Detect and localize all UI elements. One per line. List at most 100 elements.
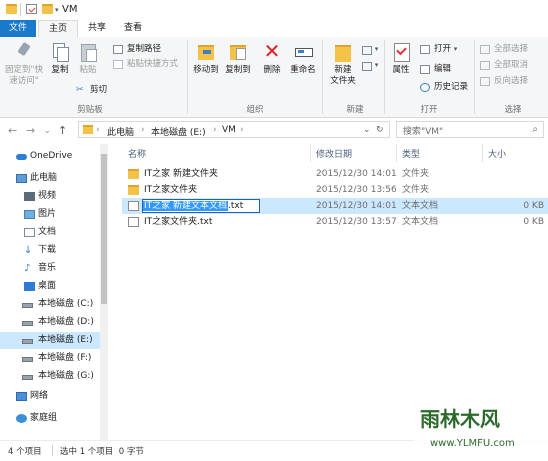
nav-item-drive-e[interactable]: 本地磁盘 (E:)	[0, 332, 100, 349]
column-header-type[interactable]: 类型	[402, 147, 420, 160]
nav-scroll-thumb[interactable]	[101, 154, 107, 304]
nav-item-this-pc[interactable]: 此电脑	[0, 170, 100, 187]
copy-path-button[interactable]: 复制路径	[113, 43, 161, 56]
properties-button[interactable]: 属性	[388, 41, 414, 76]
invert-selection-button[interactable]: 反向选择	[480, 75, 528, 88]
nav-item-pictures[interactable]: 图片	[0, 206, 100, 223]
select-all-button[interactable]: 全部选择	[480, 43, 528, 56]
new-item-icon	[362, 46, 372, 55]
file-date: 2015/12/30 14:01	[316, 201, 397, 211]
column-header-name[interactable]: 名称	[128, 147, 146, 160]
back-arrow-icon[interactable]: ←	[8, 124, 17, 137]
history-button[interactable]: 历史记录	[420, 81, 468, 94]
column-separator[interactable]	[396, 144, 397, 162]
nav-item-downloads[interactable]: ↓ 下载	[0, 242, 100, 259]
column-separator[interactable]	[310, 144, 311, 162]
refresh-icon[interactable]: ↻	[376, 125, 384, 135]
nav-label: OneDrive	[30, 151, 73, 161]
select-none-button[interactable]: 全部取消	[480, 59, 528, 72]
breadcrumb-this-pc[interactable]: 此电脑	[107, 125, 134, 138]
move-to-button[interactable]: 移动到	[190, 41, 222, 76]
text-document-icon	[128, 217, 139, 227]
tab-view[interactable]: 查看	[118, 20, 148, 37]
column-separator[interactable]	[482, 144, 483, 162]
watermark-url: www.YLMFU.com	[430, 438, 515, 449]
nav-item-music[interactable]: ♪ 音乐	[0, 260, 100, 277]
breadcrumb-vm[interactable]: VM	[222, 125, 236, 135]
properties-quick-icon[interactable]	[26, 4, 37, 14]
nav-item-desktop[interactable]: 桌面	[0, 278, 100, 295]
file-row-selected[interactable]: IT之家 新建文本文档.txt 2015/12/30 14:01 文本文档 0 …	[122, 198, 548, 214]
picture-icon	[24, 210, 35, 219]
nav-label: 家庭组	[30, 413, 58, 423]
select-none-label: 全部取消	[494, 60, 529, 70]
dropdown-arrow-icon: ▾	[374, 61, 379, 69]
up-arrow-icon[interactable]: ↑	[58, 124, 67, 137]
nav-item-drive-g[interactable]: 本地磁盘 (G:)	[0, 368, 100, 385]
tab-share[interactable]: 共享	[82, 20, 112, 37]
new-folder-button[interactable]: 新建 文件夹	[326, 41, 360, 87]
new-folder-quick-icon[interactable]	[42, 4, 53, 14]
copy-label: 复制	[51, 65, 69, 75]
open-icon	[420, 45, 430, 54]
drive-icon	[22, 375, 33, 380]
rename-button[interactable]: 重命名	[288, 41, 318, 76]
paste-shortcut-icon	[113, 60, 123, 69]
file-row[interactable]: IT之家文件夹 2015/12/30 13:56 文件夹	[122, 182, 548, 198]
rename-input[interactable]: IT之家 新建文本文档.txt	[142, 199, 260, 213]
breadcrumb-drive-e[interactable]: 本地磁盘 (E:)	[151, 125, 206, 138]
easy-access-button[interactable]: ▾	[362, 59, 378, 72]
tab-file[interactable]: 文件	[0, 20, 36, 37]
folder-icon	[6, 4, 17, 14]
breadcrumb-separator-icon: ›	[240, 125, 244, 135]
rename-selected-text: IT之家 新建文本文档	[143, 201, 229, 211]
forward-arrow-icon[interactable]: →	[26, 124, 35, 137]
nav-item-documents[interactable]: 文档	[0, 224, 100, 241]
search-placeholder: 搜索"VM"	[403, 127, 444, 137]
search-input[interactable]: 搜索"VM" ⌕	[396, 121, 544, 138]
new-item-button[interactable]: ▾	[362, 43, 378, 56]
easy-access-icon	[362, 62, 372, 71]
nav-item-homegroup[interactable]: 家庭组	[0, 410, 100, 427]
address-bar[interactable]: › 此电脑 › 本地磁盘 (E:) › VM › ⌄ ↻	[78, 121, 390, 138]
video-icon	[24, 192, 35, 201]
address-dropdown-icon[interactable]: ⌄	[363, 125, 371, 135]
drive-icon	[22, 357, 33, 362]
pin-label: 固定到"快 速访问"	[5, 65, 43, 86]
column-header-size[interactable]: 大小	[488, 147, 506, 160]
copy-button[interactable]: 复制	[48, 41, 72, 76]
text-document-icon	[128, 201, 139, 211]
nav-item-drive-d[interactable]: 本地磁盘 (D:)	[0, 314, 100, 331]
edit-button[interactable]: 编辑	[420, 63, 451, 76]
nav-item-network[interactable]: 网络	[0, 388, 100, 405]
homegroup-icon	[16, 414, 27, 423]
nav-label: 图片	[38, 209, 57, 219]
copy-folder-icon	[228, 41, 248, 63]
nav-item-drive-f[interactable]: 本地磁盘 (F:)	[0, 350, 100, 367]
quick-access-dropdown-icon[interactable]: ▾	[55, 6, 59, 14]
nav-item-onedrive[interactable]: OneDrive	[0, 148, 100, 165]
cut-button[interactable]: ✂ 剪切	[76, 84, 107, 97]
paste-shortcut-button[interactable]: 粘贴快捷方式	[113, 58, 178, 71]
nav-label: 本地磁盘 (D:)	[38, 317, 94, 327]
group-separator	[322, 40, 323, 114]
column-header-date[interactable]: 修改日期	[316, 147, 352, 160]
tab-home[interactable]: 主页	[38, 20, 78, 37]
address-row: ← → ⌄ ↑ › 此电脑 › 本地磁盘 (E:) › VM › ⌄ ↻ 搜索"…	[0, 118, 548, 142]
file-row[interactable]: IT之家文件夹.txt 2015/12/30 13:57 文本文档 0 KB	[122, 214, 548, 230]
delete-button[interactable]: ✕ 删除	[258, 41, 286, 76]
copy-to-button[interactable]: 复制到	[222, 41, 254, 76]
folder-icon	[128, 169, 139, 179]
rename-extension: .txt	[228, 201, 244, 211]
nav-item-drive-c[interactable]: 本地磁盘 (C:)	[0, 296, 100, 313]
recent-dropdown-icon[interactable]: ⌄	[44, 126, 51, 135]
select-none-icon	[480, 61, 490, 70]
nav-scrollbar[interactable]	[100, 144, 108, 440]
open-button[interactable]: 打开 ▾	[420, 43, 457, 56]
nav-item-videos[interactable]: 视频	[0, 188, 100, 205]
copy-icon	[50, 41, 70, 63]
file-type: 文件夹	[402, 185, 430, 195]
file-row[interactable]: IT之家 新建文件夹 2015/12/30 14:01 文件夹	[122, 166, 548, 182]
pin-quick-access-button[interactable]: 固定到"快 速访问"	[2, 41, 46, 87]
paste-button[interactable]: 粘贴	[76, 41, 100, 76]
